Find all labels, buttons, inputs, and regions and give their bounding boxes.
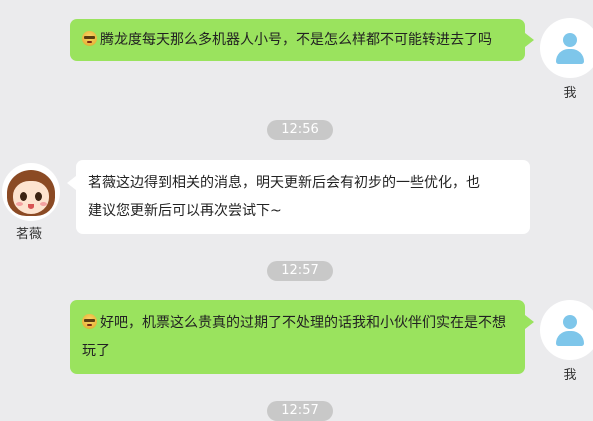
bubble-tail: [525, 315, 534, 329]
agent-message-bubble[interactable]: 茗薇这边得到相关的消息，明天更新后会有初步的一些优化，也 建议您更新后可以再次尝…: [76, 160, 530, 234]
user-icon: [563, 315, 577, 329]
agent-name-label: 茗薇: [15, 227, 42, 242]
agent-avatar[interactable]: [2, 163, 60, 221]
timestamp: 12:56: [267, 120, 333, 140]
message-text-line: 茗薇这边得到相关的消息，明天更新后会有初步的一些优化，也: [88, 175, 480, 191]
bubble-tail: [525, 33, 534, 47]
message-text: 腾龙度每天那么多机器人小号，不是怎么样都不可能转进去了吗: [100, 32, 492, 48]
my-name-label: 我: [563, 86, 577, 101]
message-text-line: 好吧，机票这么贵真的过期了不处理的话我和小伙伴们实在是不想: [100, 315, 506, 331]
bubble-tail: [67, 176, 76, 190]
my-message-bubble[interactable]: 腾龙度每天那么多机器人小号，不是怎么样都不可能转进去了吗: [70, 19, 525, 61]
emoji-icon: [82, 31, 97, 46]
timestamp: 12:57: [267, 401, 333, 421]
message-text-line: 玩了: [82, 343, 110, 359]
my-name-label: 我: [563, 368, 577, 383]
my-message-bubble[interactable]: 好吧，机票这么贵真的过期了不处理的话我和小伙伴们实在是不想 玩了: [70, 300, 525, 374]
message-text-line: 建议您更新后可以再次尝试下~: [88, 203, 282, 219]
timestamp: 12:57: [267, 261, 333, 281]
user-icon: [563, 33, 577, 47]
my-avatar[interactable]: [540, 18, 593, 78]
my-avatar[interactable]: [540, 300, 593, 360]
emoji-icon: [82, 314, 97, 329]
